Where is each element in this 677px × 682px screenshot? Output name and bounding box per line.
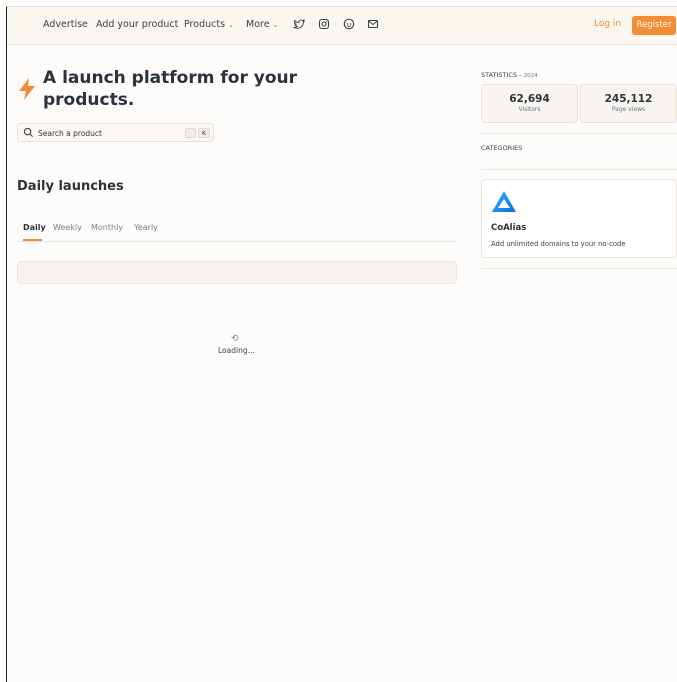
product-title: CoAlias (491, 223, 527, 233)
divider (481, 268, 677, 269)
twitter-icon[interactable] (293, 18, 305, 30)
stat-value: 245,112 (604, 93, 653, 105)
reddit-icon[interactable] (343, 18, 355, 30)
top-navbar: Advertise Add your product Products ⌄ Mor… (7, 7, 677, 45)
tabs-divider (17, 241, 457, 242)
chevron-down-icon: ⌄ (272, 21, 279, 29)
nav-products[interactable]: Products ⌄ (184, 19, 234, 30)
hero-title: A launch platform for your products. (43, 68, 297, 110)
stat-value: 62,694 (509, 93, 550, 105)
search-input[interactable] (38, 127, 178, 139)
login-link[interactable]: Log in (594, 19, 621, 29)
instagram-icon[interactable] (318, 18, 330, 30)
categories-heading: CATEGORIES (481, 144, 523, 152)
nav-more[interactable]: More ⌄ (246, 19, 278, 30)
nav-advertise[interactable]: Advertise (43, 19, 88, 30)
stat-label: Visitors (518, 106, 541, 113)
statistics-heading-label: STATISTICS - (481, 71, 522, 79)
page: Advertise Add your product Products ⌄ Mor… (6, 6, 677, 682)
stat-page-views: 245,112 Page views (580, 84, 677, 123)
chevron-down-icon: ⌄ (228, 21, 234, 29)
nav-add-product[interactable]: Add your product (96, 19, 178, 30)
divider (481, 133, 677, 134)
mail-icon[interactable] (367, 18, 379, 30)
launch-list-placeholder (17, 261, 457, 284)
nav-products-label: Products (184, 19, 226, 30)
search-box[interactable]: K (17, 123, 214, 142)
coalias-logo-icon (492, 191, 516, 212)
register-button[interactable]: Register (632, 16, 676, 35)
shortcut-key: K (198, 128, 210, 138)
section-title: Daily launches (17, 179, 124, 194)
divider (481, 169, 677, 170)
active-tab-indicator (23, 239, 42, 241)
statistics-year: 2024 (523, 73, 538, 79)
featured-product-card[interactable]: CoAlias Add unlimited domains to your no… (481, 179, 677, 258)
statistics-heading: STATISTICS - 2024 (481, 71, 538, 79)
loading-text: Loading... (218, 346, 255, 355)
tab-weekly[interactable]: Weekly (53, 223, 82, 232)
nav-more-label: More (246, 19, 270, 30)
product-description: Add unlimited domains to your no-code (491, 240, 626, 248)
tab-yearly[interactable]: Yearly (134, 223, 158, 232)
stat-visitors: 62,694 Visitors (481, 84, 578, 123)
tab-daily[interactable]: Daily (23, 223, 46, 232)
lightning-bolt-icon (19, 78, 35, 100)
shortcut-modifier-key (185, 128, 196, 138)
tab-monthly[interactable]: Monthly (91, 223, 123, 232)
stat-label: Page views (611, 106, 646, 113)
search-icon (23, 127, 34, 138)
loading-spinner-icon: ⟲ (231, 334, 239, 344)
